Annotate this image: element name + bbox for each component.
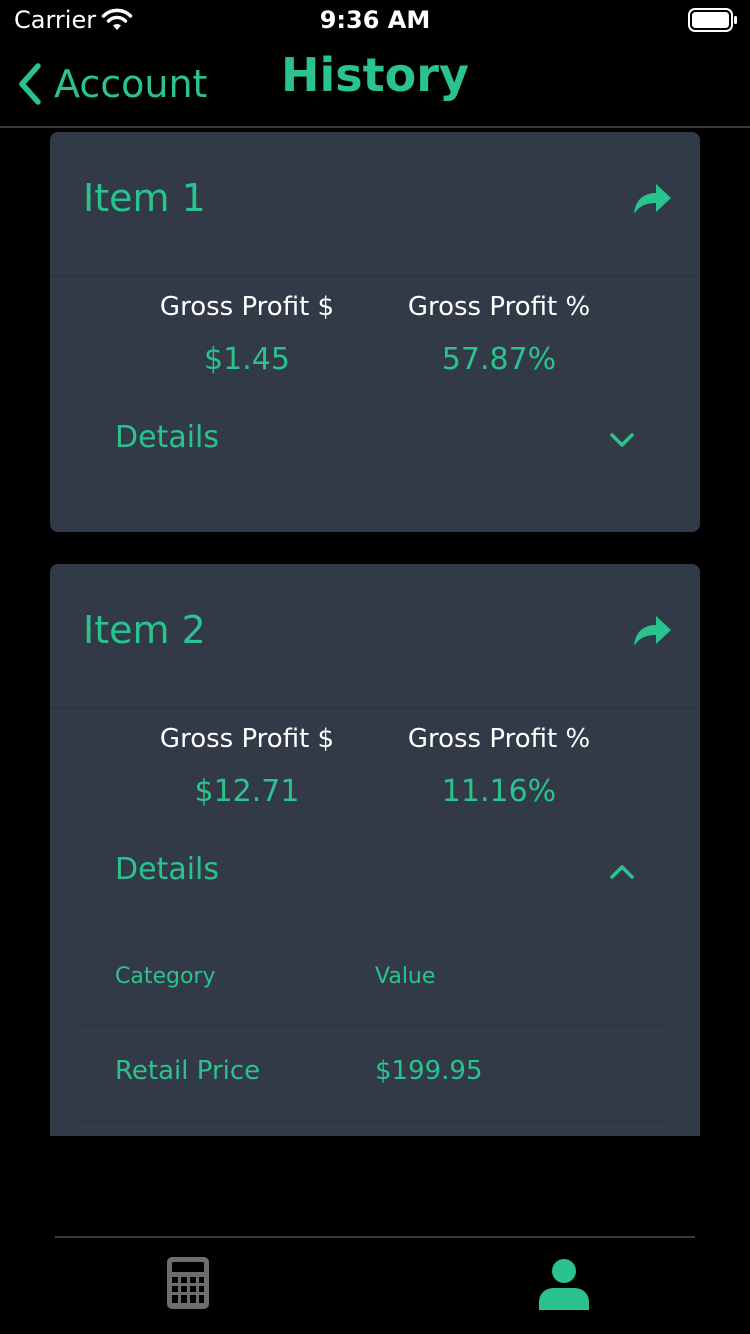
gross-profit-percent-label: Gross Profit % xyxy=(407,292,591,322)
row-value: $199.95 xyxy=(375,1056,483,1086)
details-label: Details xyxy=(115,420,220,455)
row-category: Retail Price xyxy=(115,1056,261,1086)
column-header-value: Value xyxy=(375,964,436,989)
status-bar: Carrier 9:36 AM xyxy=(0,0,750,40)
gross-profit-dollar: Gross Profit $ $1.45 xyxy=(127,292,367,377)
gross-profit-dollar-value: $12.71 xyxy=(194,774,300,809)
share-icon[interactable] xyxy=(632,614,672,648)
gross-profit-percent-value: 11.16% xyxy=(441,774,557,809)
chevron-up-icon xyxy=(610,865,634,879)
gross-profit-dollar-label: Gross Profit $ xyxy=(159,724,335,754)
table-row: Retail Price $199.95 xyxy=(83,1026,668,1122)
gross-profit-dollar: Gross Profit $ $12.71 xyxy=(127,724,367,809)
column-header-category: Category xyxy=(115,964,216,989)
card-header: Item 1 xyxy=(50,132,700,276)
gross-profit-percent-label: Gross Profit % xyxy=(407,724,591,754)
item-title: Item 1 xyxy=(83,176,206,220)
gross-profit-percent: Gross Profit % 57.87% xyxy=(379,292,619,377)
gross-profit-percent: Gross Profit % 11.16% xyxy=(379,724,619,809)
details-toggle[interactable]: Details xyxy=(115,420,635,464)
tab-bar xyxy=(0,1236,750,1334)
navigation-bar: Account History xyxy=(0,40,750,128)
history-list[interactable]: Item 1 Gross Profit $ $1.45 Gross Profit… xyxy=(0,130,750,1136)
gross-profit-dollar-label: Gross Profit $ xyxy=(159,292,335,322)
history-card: Item 1 Gross Profit $ $1.45 Gross Profit… xyxy=(50,132,700,532)
calculator-icon[interactable] xyxy=(166,1256,210,1310)
battery-icon xyxy=(688,8,737,32)
gross-profit-dollar-value: $1.45 xyxy=(204,342,290,377)
history-card: Item 2 Gross Profit $ $12.71 Gross Profi… xyxy=(50,564,700,1136)
tab-bar-divider xyxy=(55,1236,695,1238)
profile-icon[interactable] xyxy=(538,1258,590,1310)
details-label: Details xyxy=(115,852,220,887)
card-header: Item 2 xyxy=(50,564,700,708)
details-table-header: Category Value xyxy=(83,954,668,1026)
chevron-down-icon xyxy=(610,433,634,447)
item-title: Item 2 xyxy=(83,608,206,652)
share-icon[interactable] xyxy=(632,182,672,216)
details-table: Category Value Retail Price $199.95 xyxy=(83,954,668,1122)
history-screen: Carrier 9:36 AM Account History Item 1 G… xyxy=(0,0,750,1334)
details-toggle[interactable]: Details xyxy=(115,852,635,896)
page-title: History xyxy=(281,48,469,102)
status-time: 9:36 AM xyxy=(319,6,431,34)
gross-profit-percent-value: 57.87% xyxy=(441,342,557,377)
